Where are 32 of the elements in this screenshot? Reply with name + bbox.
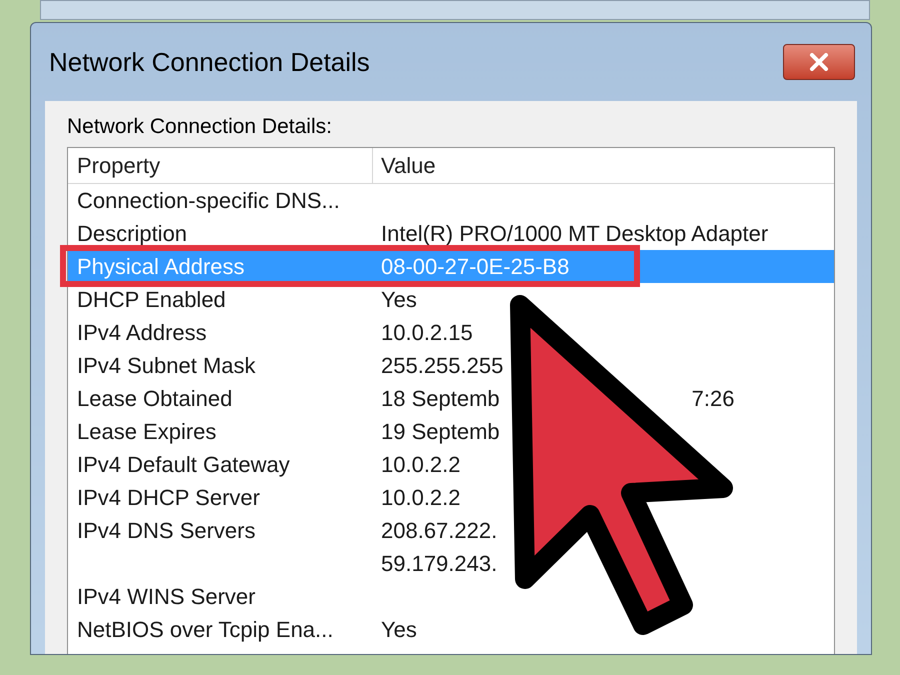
group-label: Network Connection Details:: [67, 114, 333, 140]
value-cell-text: 08-00-27-0E-25-B8: [381, 252, 570, 280]
property-cell: Connection-specific DNS...: [77, 188, 340, 212]
property-cell: IPv4 Address: [77, 320, 207, 344]
property-cell: Description: [77, 220, 188, 246]
value-cell-text: 7:26: [692, 384, 734, 412]
value-cell-text: 59.179.243.: [381, 550, 498, 578]
property-cell: NetBIOS over Tcpip Ena...: [77, 616, 334, 642]
property-cell: IPv4 Subnet Mask: [77, 352, 256, 378]
property-cell: Lease Expires: [77, 418, 216, 444]
property-cell: Lease Obtained: [77, 386, 232, 410]
column-header[interactable]: Property: [68, 148, 373, 182]
property-cell: IPv4 DNS Servers: [77, 518, 256, 542]
window-title: Network Connection Details: [49, 46, 371, 78]
close-icon: [809, 53, 829, 71]
value-cell-text: 18 Septemb: [381, 384, 500, 413]
property-cell: IPv4 WINS Server: [77, 584, 256, 608]
value-cell-text: 19 Septemb: [381, 418, 500, 446]
value-cell-text: 10.0.2.2: [381, 484, 461, 512]
value-cell-text: Yes: [381, 286, 417, 314]
close-button[interactable]: [783, 44, 855, 80]
property-cell: IPv4 DHCP Server: [77, 484, 260, 510]
value-cell-text: Intel(R) PRO/1000 MT Desktop Adapter: [381, 220, 768, 248]
column-header[interactable]: Value: [373, 148, 834, 182]
property-cell: DHCP Enabled: [77, 286, 226, 312]
property-cell: IPv4 Default Gateway: [77, 452, 290, 476]
value-cell-text: 10.0.2.2: [381, 450, 461, 478]
value-cell-text: Yes: [381, 616, 417, 644]
value-cell-text: 208.67.222.: [381, 516, 498, 544]
property-cell: Physical Address: [77, 254, 245, 278]
value-cell-text: 10.0.2.15: [381, 318, 473, 346]
value-cell-text: 255.255.255: [381, 352, 504, 380]
